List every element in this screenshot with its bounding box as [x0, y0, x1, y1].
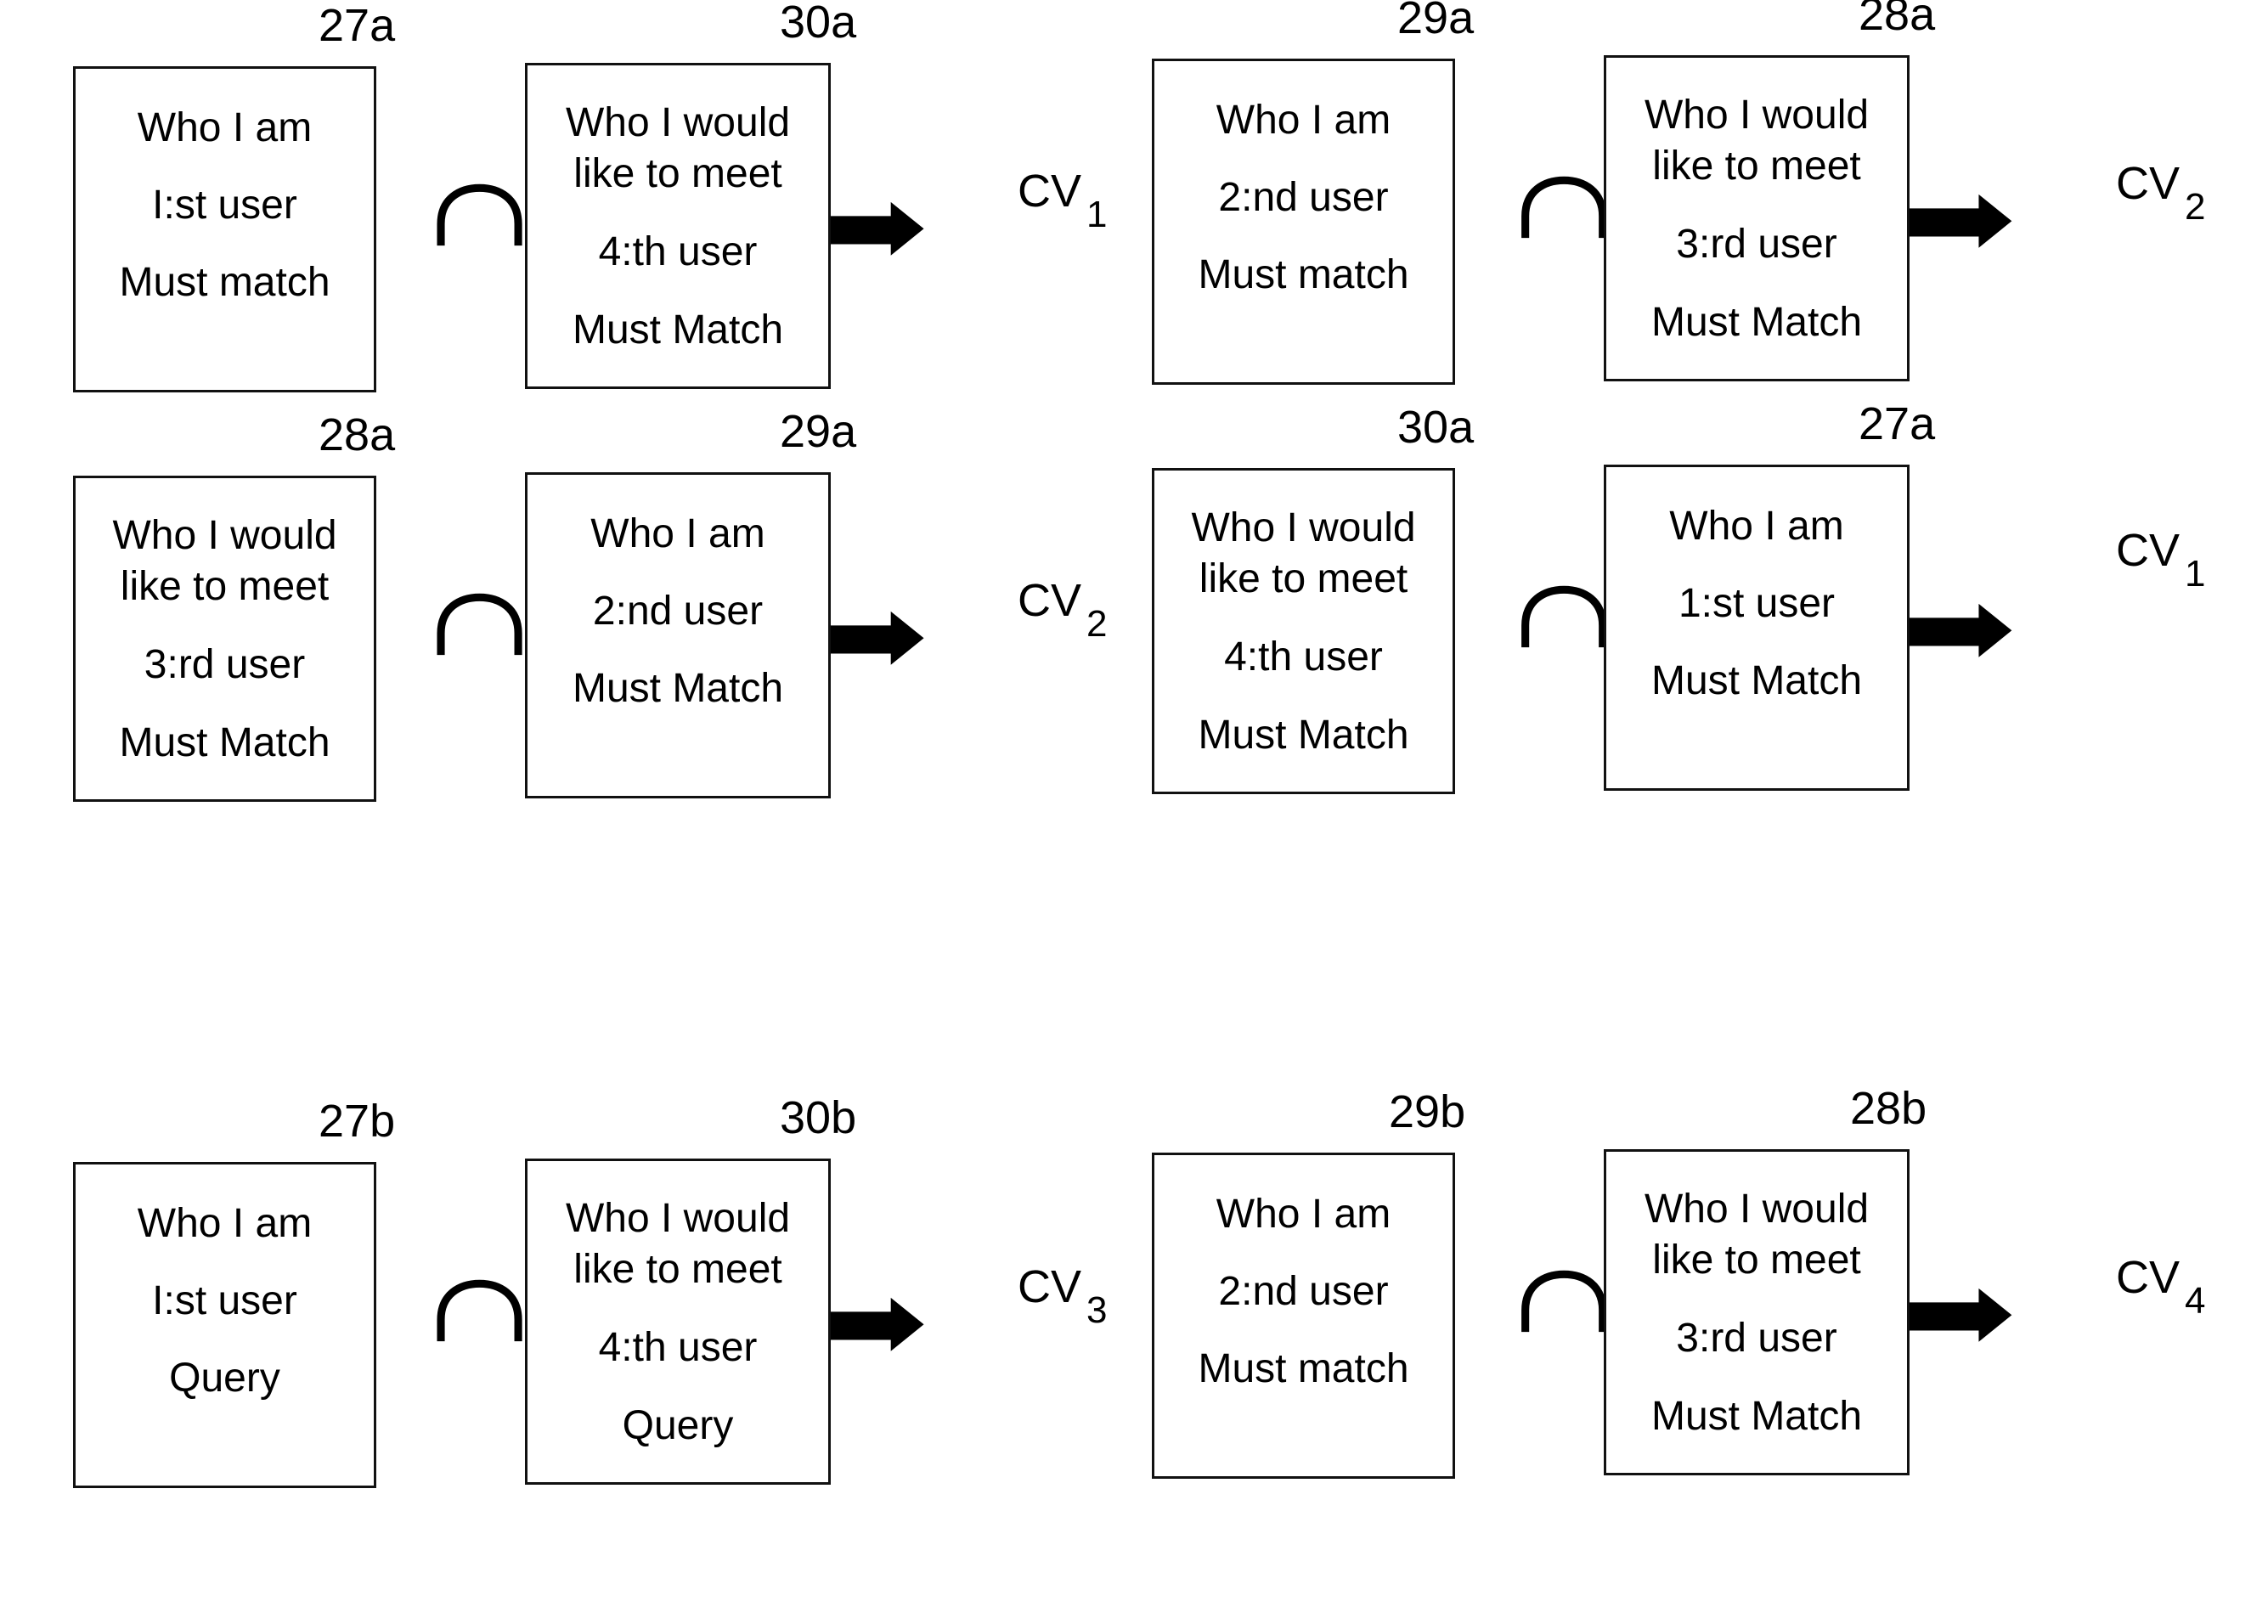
- arrow-icon: [1894, 194, 2012, 248]
- box-line: 2:nd user: [592, 589, 764, 634]
- result-base: CV: [2116, 158, 2181, 209]
- box-line: like to meet: [1199, 556, 1408, 601]
- box-line: Must Match: [572, 307, 784, 352]
- box-line: Who I am: [137, 105, 313, 150]
- intersection-symbol: [1521, 585, 1607, 648]
- box-line: 4:th user: [598, 1325, 758, 1370]
- profile-box-left: Who I am I:st user Must match: [73, 66, 376, 392]
- result-subscript: 2: [2185, 186, 2206, 228]
- box-line: Who I would: [1644, 1187, 1870, 1232]
- result-subscript: 4: [2185, 1280, 2206, 1322]
- result-base: CV: [2116, 525, 2181, 576]
- reference-label: 30a: [780, 0, 857, 48]
- box-line: like to meet: [1652, 144, 1861, 189]
- result-subscript: 1: [1086, 194, 1108, 235]
- box-line: Who I am: [1669, 504, 1844, 549]
- reference-label: 30b: [780, 1092, 857, 1143]
- reference-label: 28b: [1850, 1083, 1927, 1134]
- reference-label: 27b: [319, 1096, 396, 1147]
- profile-box-left: Who I would like to meet 4:th user Must …: [1152, 468, 1455, 794]
- box-line: like to meet: [573, 1247, 782, 1292]
- intersection-symbol: [437, 593, 522, 656]
- reference-label: 30a: [1397, 402, 1475, 453]
- box-line: Who I would: [1191, 505, 1416, 550]
- profile-box-left: Who I would like to meet 3:rd user Must …: [73, 476, 376, 802]
- reference-label: 29a: [780, 406, 857, 457]
- result-base: CV: [1018, 575, 1082, 626]
- box-line: 2:nd user: [1218, 175, 1389, 220]
- reference-label: 27a: [319, 0, 396, 51]
- box-line: Must match: [1198, 1346, 1409, 1391]
- box-line: like to meet: [1652, 1238, 1861, 1283]
- box-line: like to meet: [120, 564, 330, 609]
- intersection-symbol: [437, 1279, 522, 1342]
- result-base: CV: [1018, 166, 1082, 217]
- box-line: 3:rd user: [1676, 1316, 1837, 1361]
- intersection-symbol: [1521, 176, 1607, 239]
- box-line: Must Match: [572, 666, 784, 711]
- match-group-r2-g2: Who I would like to meet 4:th user Must …: [1152, 398, 2222, 876]
- box-line: I:st user: [152, 183, 297, 228]
- match-group-r2-g1: Who I would like to meet 3:rd user Must …: [73, 406, 1143, 883]
- profile-box-right: Who I would like to meet 4:th user Must …: [525, 63, 831, 389]
- result-base: CV: [2116, 1252, 2181, 1303]
- profile-box-left: Who I am 2:nd user Must match: [1152, 59, 1455, 385]
- box-line: like to meet: [573, 151, 782, 196]
- result-subscript: 2: [1086, 603, 1108, 645]
- box-line: Who I would: [1644, 93, 1870, 138]
- result-base: CV: [1018, 1261, 1082, 1312]
- box-line: Must match: [119, 260, 330, 305]
- box-line: Who I am: [1216, 1192, 1391, 1237]
- profile-box-left: Who I am I:st user Query: [73, 1162, 376, 1488]
- reference-label: 28a: [319, 409, 396, 460]
- box-line: Who I am: [590, 511, 765, 556]
- result-label: CV 3: [1018, 1257, 1108, 1331]
- box-line: 2:nd user: [1218, 1269, 1389, 1314]
- profile-box-left: Who I am 2:nd user Must match: [1152, 1153, 1455, 1479]
- box-line: Who I would: [565, 100, 791, 145]
- box-line: 3:rd user: [1676, 222, 1837, 267]
- profile-box-right: Who I am 2:nd user Must Match: [525, 472, 831, 798]
- intersection-symbol: [1521, 1270, 1607, 1333]
- box-line: Query: [622, 1403, 734, 1448]
- box-line: Must Match: [1650, 658, 1863, 703]
- profile-box-right: Who I am 1:st user Must Match: [1604, 465, 1910, 791]
- box-line: 4:th user: [1224, 634, 1383, 679]
- result-label: CV 4: [2116, 1248, 2206, 1322]
- box-line: Who I am: [137, 1201, 313, 1246]
- result-label: CV 1: [1018, 161, 1108, 235]
- reference-label: 28a: [1859, 0, 1936, 40]
- match-group-r3-g1: Who I am I:st user Query 27b Who I would…: [73, 1092, 1143, 1570]
- profile-box-right: Who I would like to meet 4:th user Query: [525, 1159, 831, 1485]
- box-line: 1:st user: [1678, 581, 1836, 626]
- result-label: CV 2: [1018, 571, 1108, 645]
- box-line: Who I would: [565, 1196, 791, 1241]
- profile-box-right: Who I would like to meet 3:rd user Must …: [1604, 1149, 1910, 1475]
- result-subscript: 1: [2185, 553, 2206, 595]
- box-line: 4:th user: [598, 229, 758, 274]
- reference-label: 29a: [1397, 0, 1475, 43]
- reference-label: 29b: [1389, 1086, 1466, 1137]
- box-line: Query: [169, 1356, 280, 1401]
- reference-label: 27a: [1859, 398, 1936, 449]
- box-line: Must Match: [1198, 713, 1409, 758]
- arrow-icon: [1894, 1288, 2012, 1342]
- box-line: Must match: [1198, 252, 1409, 297]
- box-line: Must Match: [1650, 1394, 1863, 1439]
- profile-box-right: Who I would like to meet 3:rd user Must …: [1604, 55, 1910, 381]
- box-line: Must Match: [1650, 300, 1863, 345]
- result-subscript: 3: [1086, 1289, 1108, 1331]
- arrow-icon: [1894, 603, 2012, 657]
- result-label: CV 2: [2116, 154, 2206, 228]
- box-line: I:st user: [152, 1278, 297, 1323]
- box-line: Who I would: [112, 513, 337, 558]
- match-group-r3-g2: Who I am 2:nd user Must match 29b Who I …: [1152, 1083, 2222, 1560]
- box-line: 3:rd user: [144, 642, 306, 687]
- box-line: Who I am: [1216, 98, 1391, 143]
- result-label: CV 1: [2116, 521, 2206, 595]
- intersection-symbol: [437, 183, 522, 246]
- box-line: Must Match: [119, 720, 330, 765]
